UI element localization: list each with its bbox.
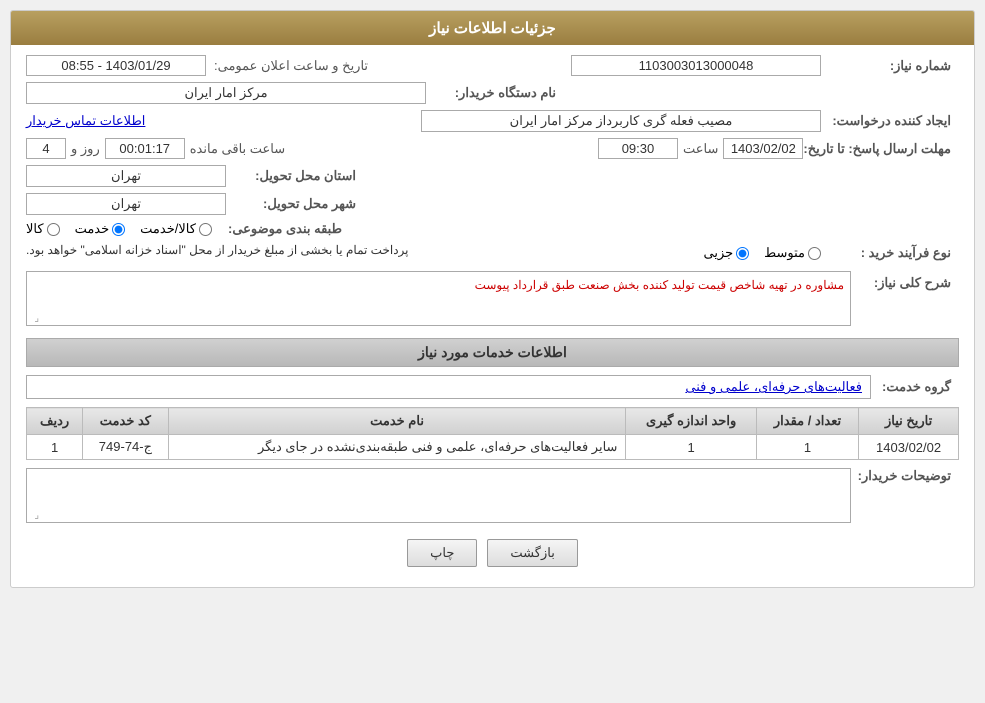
response-date-value: 1403/02/02 — [723, 138, 803, 159]
creator-value: مصیب فعله گری کاربرداز مرکز امار ایران — [421, 110, 821, 132]
cell-row-num: 1 — [27, 435, 83, 460]
response-remaining-value: 00:01:17 — [105, 138, 185, 159]
cell-unit: 1 — [626, 435, 756, 460]
category-kala-khedmat[interactable]: کالا/خدمت — [140, 221, 212, 237]
category-khedmat[interactable]: خدمت — [75, 221, 126, 237]
city-label: شهر محل تحویل: — [226, 196, 356, 212]
response-days-value: 4 — [26, 138, 66, 159]
description-box: مشاوره در تهیه شاخص قیمت تولید کننده بخش… — [26, 271, 851, 326]
announcement-date-label: تاریخ و ساعت اعلان عمومی: — [214, 58, 368, 74]
panel-header: جزئیات اطلاعات نیاز — [11, 11, 974, 45]
province-value: تهران — [26, 165, 226, 187]
cell-need-date: 1403/02/02 — [859, 435, 959, 460]
service-group-label: گروه خدمت: — [871, 379, 951, 395]
resize-handle[interactable]: ⌟ — [29, 313, 39, 323]
col-service-code: کد خدمت — [83, 408, 168, 435]
response-deadline-row: مهلت ارسال پاسخ: تا تاریخ: 1403/02/02 سا… — [26, 138, 959, 159]
category-row: طبقه بندی موضوعی: کالا/خدمت خدمت کالا — [26, 221, 959, 237]
need-number-value: 1103003013000048 — [571, 55, 821, 76]
purchase-type-label: نوع فرآیند خرید : — [821, 245, 951, 261]
purchase-type-radio-group: متوسط جزیی — [703, 245, 821, 261]
response-deadline-label: مهلت ارسال پاسخ: تا تاریخ: — [803, 141, 951, 157]
col-row-num: ردیف — [27, 408, 83, 435]
buyer-notes-resize-handle[interactable]: ⌟ — [29, 510, 39, 520]
col-unit: واحد اندازه گیری — [626, 408, 756, 435]
creator-label: ایجاد کننده درخواست: — [821, 113, 951, 129]
table-row: 1403/02/02 1 1 سایر فعالیت‌های حرفه‌ای، … — [27, 435, 959, 460]
need-number-label: شماره نیاز: — [821, 58, 951, 74]
contact-link[interactable]: اطلاعات تماس خریدار — [26, 113, 145, 129]
city-row: شهر محل تحویل: تهران — [26, 193, 959, 215]
col-service-name: نام خدمت — [168, 408, 626, 435]
service-group-value[interactable]: فعالیت‌های حرفه‌ای، علمی و فنی — [26, 375, 871, 399]
description-section: شرح کلی نیاز: مشاوره در تهیه شاخص قیمت ت… — [26, 271, 959, 330]
response-remaining-label: ساعت باقی مانده — [190, 141, 285, 157]
description-value: مشاوره در تهیه شاخص قیمت تولید کننده بخش… — [475, 278, 844, 292]
service-group-row: گروه خدمت: فعالیت‌های حرفه‌ای، علمی و فن… — [26, 375, 959, 399]
page-wrapper: جزئیات اطلاعات نیاز شماره نیاز: 11030030… — [0, 0, 985, 703]
col-need-date: تاریخ نیاز — [859, 408, 959, 435]
col-quantity: تعداد / مقدار — [756, 408, 858, 435]
back-button[interactable]: بازگشت — [487, 539, 577, 567]
cell-service-name: سایر فعالیت‌های حرفه‌ای، علمی و فنی طبقه… — [168, 435, 626, 460]
cell-service-code: ج-74-749 — [83, 435, 168, 460]
purchase-motavaset[interactable]: متوسط — [764, 245, 821, 261]
panel-body: شماره نیاز: 1103003013000048 تاریخ و ساع… — [11, 45, 974, 587]
cell-quantity: 1 — [756, 435, 858, 460]
category-kala[interactable]: کالا — [26, 221, 60, 237]
buyer-notes-row: توضیحات خریدار: ⌟ — [26, 468, 959, 529]
print-button[interactable]: چاپ — [407, 539, 477, 567]
purchase-note: پرداخت تمام یا بخشی از مبلغ خریدار از مح… — [26, 243, 409, 257]
buyer-notes-box[interactable]: ⌟ — [26, 468, 851, 523]
panel-title: جزئیات اطلاعات نیاز — [429, 20, 556, 37]
response-days-label: روز و — [71, 141, 100, 157]
services-section-title: اطلاعات خدمات مورد نیاز — [26, 338, 959, 367]
buyer-org-value: مرکز امار ایران — [26, 82, 426, 104]
province-row: استان محل تحویل: تهران — [26, 165, 959, 187]
response-time-value: 09:30 — [598, 138, 678, 159]
announcement-date-value: 1403/01/29 - 08:55 — [26, 55, 206, 76]
buyer-org-row: نام دستگاه خریدار: مرکز امار ایران — [26, 82, 959, 104]
buyer-notes-label: توضیحات خریدار: — [851, 468, 951, 484]
purchase-jozii[interactable]: جزیی — [703, 245, 749, 261]
services-table: تاریخ نیاز تعداد / مقدار واحد اندازه گیر… — [26, 407, 959, 460]
response-time-label: ساعت — [683, 141, 718, 157]
category-radio-group: کالا/خدمت خدمت کالا — [26, 221, 212, 237]
category-label: طبقه بندی موضوعی: — [212, 221, 342, 237]
buyer-org-label: نام دستگاه خریدار: — [426, 85, 556, 101]
description-label: شرح کلی نیاز: — [851, 275, 951, 291]
table-header-row: تاریخ نیاز تعداد / مقدار واحد اندازه گیر… — [27, 408, 959, 435]
main-panel: جزئیات اطلاعات نیاز شماره نیاز: 11030030… — [10, 10, 975, 588]
city-value: تهران — [26, 193, 226, 215]
purchase-type-row: نوع فرآیند خرید : متوسط جزیی پرداخت تمام… — [26, 243, 959, 263]
province-label: استان محل تحویل: — [226, 168, 356, 184]
creator-row: ایجاد کننده درخواست: مصیب فعله گری کاربر… — [26, 110, 959, 132]
need-number-row: شماره نیاز: 1103003013000048 تاریخ و ساع… — [26, 55, 959, 76]
action-buttons: بازگشت چاپ — [26, 539, 959, 567]
